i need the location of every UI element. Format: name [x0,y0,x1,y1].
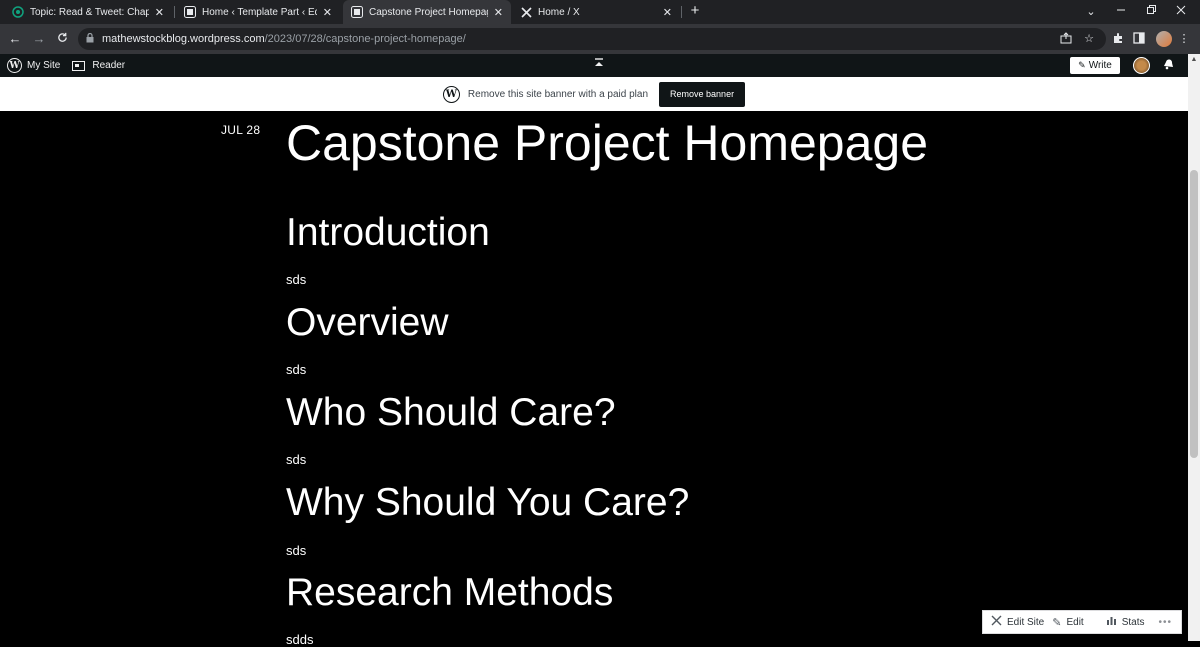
address-bar[interactable]: mathewstockblog.wordpress.com/2023/07/28… [78,28,1106,50]
user-avatar[interactable] [1133,57,1150,74]
tab-chatgpt[interactable]: Topic: Read & Tweet: Chapter 12 ✕ [4,0,172,24]
section-body: sds [286,543,307,558]
minimize-icon[interactable] [1106,0,1136,24]
write-label: Write [1088,60,1112,71]
edit-button[interactable]: ✎ Edit [1052,610,1083,634]
section-heading: Research Methods [286,571,614,614]
scroll-up-icon[interactable]: ▲ [1188,54,1200,66]
tab-divider [681,6,682,18]
new-tab-button[interactable]: + [686,2,704,20]
chatgpt-icon [12,6,24,18]
close-window-icon[interactable] [1166,0,1196,24]
edit-site-button[interactable]: Edit Site [991,610,1044,634]
more-actions-button[interactable]: ••• [1159,610,1173,634]
lock-icon [86,32,96,45]
bar-chart-icon [1106,615,1117,629]
pencil-icon: ✎ [1052,616,1062,629]
x-logo-icon [520,6,532,18]
close-tab-icon[interactable]: ✕ [494,6,503,19]
section-heading: Overview [286,301,449,344]
profile-avatar[interactable] [1156,31,1172,47]
post-action-bar: Edit Site ✎ Edit Stats ••• [982,610,1182,634]
menu-kebab-icon[interactable]: ⋮ [1176,32,1192,46]
section-body: sdds [286,632,314,647]
tools-icon [991,615,1002,629]
back-icon[interactable]: ← [6,30,24,48]
side-panel-icon[interactable] [1131,32,1147,46]
tab-title: Topic: Read & Tweet: Chapter 12 [30,6,149,18]
banner-text: Remove this site banner with a paid plan [467,88,649,100]
my-site-link[interactable]: W My Site [0,54,60,77]
forward-icon[interactable]: → [30,30,48,48]
post-title: Capstone Project Homepage [286,115,929,171]
close-tab-icon[interactable]: ✕ [663,6,672,19]
section-heading: Who Should Care? [286,391,616,434]
section-body: sds [286,452,307,467]
tab-search-icon[interactable]: ⌄ [1076,0,1106,24]
tab-title: Home ‹ Template Part ‹ Editor ‹ D [202,6,317,18]
section-body: sds [286,272,307,287]
remove-banner-button[interactable]: Remove banner [659,81,746,107]
tab-template-editor[interactable]: Home ‹ Template Part ‹ Editor ‹ D ✕ [176,0,340,24]
tab-x-home[interactable]: Home / X ✕ [512,0,680,24]
restore-icon[interactable] [1136,0,1166,24]
wordpress-icon [351,6,363,18]
section-body: sds [286,362,307,377]
wordpress-icon [184,6,196,18]
write-button[interactable]: ✎ Write [1070,57,1120,74]
notifications-bell-icon[interactable] [1160,57,1177,74]
page-scrollbar[interactable]: ▲ [1188,54,1200,641]
close-tab-icon[interactable]: ✕ [323,6,332,19]
stats-label: Stats [1121,616,1145,628]
section-heading: Why Should You Care? [286,481,690,524]
stats-button[interactable]: Stats [1106,610,1145,634]
tab-divider [174,6,175,18]
url-path: /2023/07/28/capstone-project-homepage/ [264,33,466,45]
close-tab-icon[interactable]: ✕ [155,6,164,19]
upgrade-banner: W Remove this site banner with a paid pl… [0,77,1188,111]
bookmark-star-icon[interactable]: ☆ [1081,32,1097,46]
extensions-icon[interactable] [1110,32,1126,46]
wordpress-logo-icon: W [7,58,22,73]
scrollbar-thumb[interactable] [1190,170,1198,458]
edit-label: Edit [1066,616,1084,628]
reader-link[interactable]: Reader [60,54,125,77]
browser-tab-strip: Topic: Read & Tweet: Chapter 12 ✕ Home ‹… [0,0,1200,24]
tab-title: Home / X [538,6,580,18]
collapse-banner-icon[interactable] [592,58,606,72]
post-content: JUL 28 Capstone Project Homepage Introdu… [0,111,1188,647]
my-site-label: My Site [27,60,61,71]
section-heading: Introduction [286,211,490,254]
reader-icon [72,60,86,71]
url-host: mathewstockblog.wordpress.com [102,33,265,45]
post-date: JUL 28 [221,123,261,137]
reload-icon[interactable] [53,30,71,48]
wordpress-logo-icon: W [442,85,460,103]
edit-site-label: Edit Site [1007,616,1045,628]
share-icon[interactable] [1058,32,1074,46]
tab-title: Capstone Project Homepage – D [369,6,488,18]
tab-capstone-homepage[interactable]: Capstone Project Homepage – D ✕ [343,0,511,24]
reader-label: Reader [92,60,126,71]
pencil-icon: ✎ [1078,60,1086,70]
